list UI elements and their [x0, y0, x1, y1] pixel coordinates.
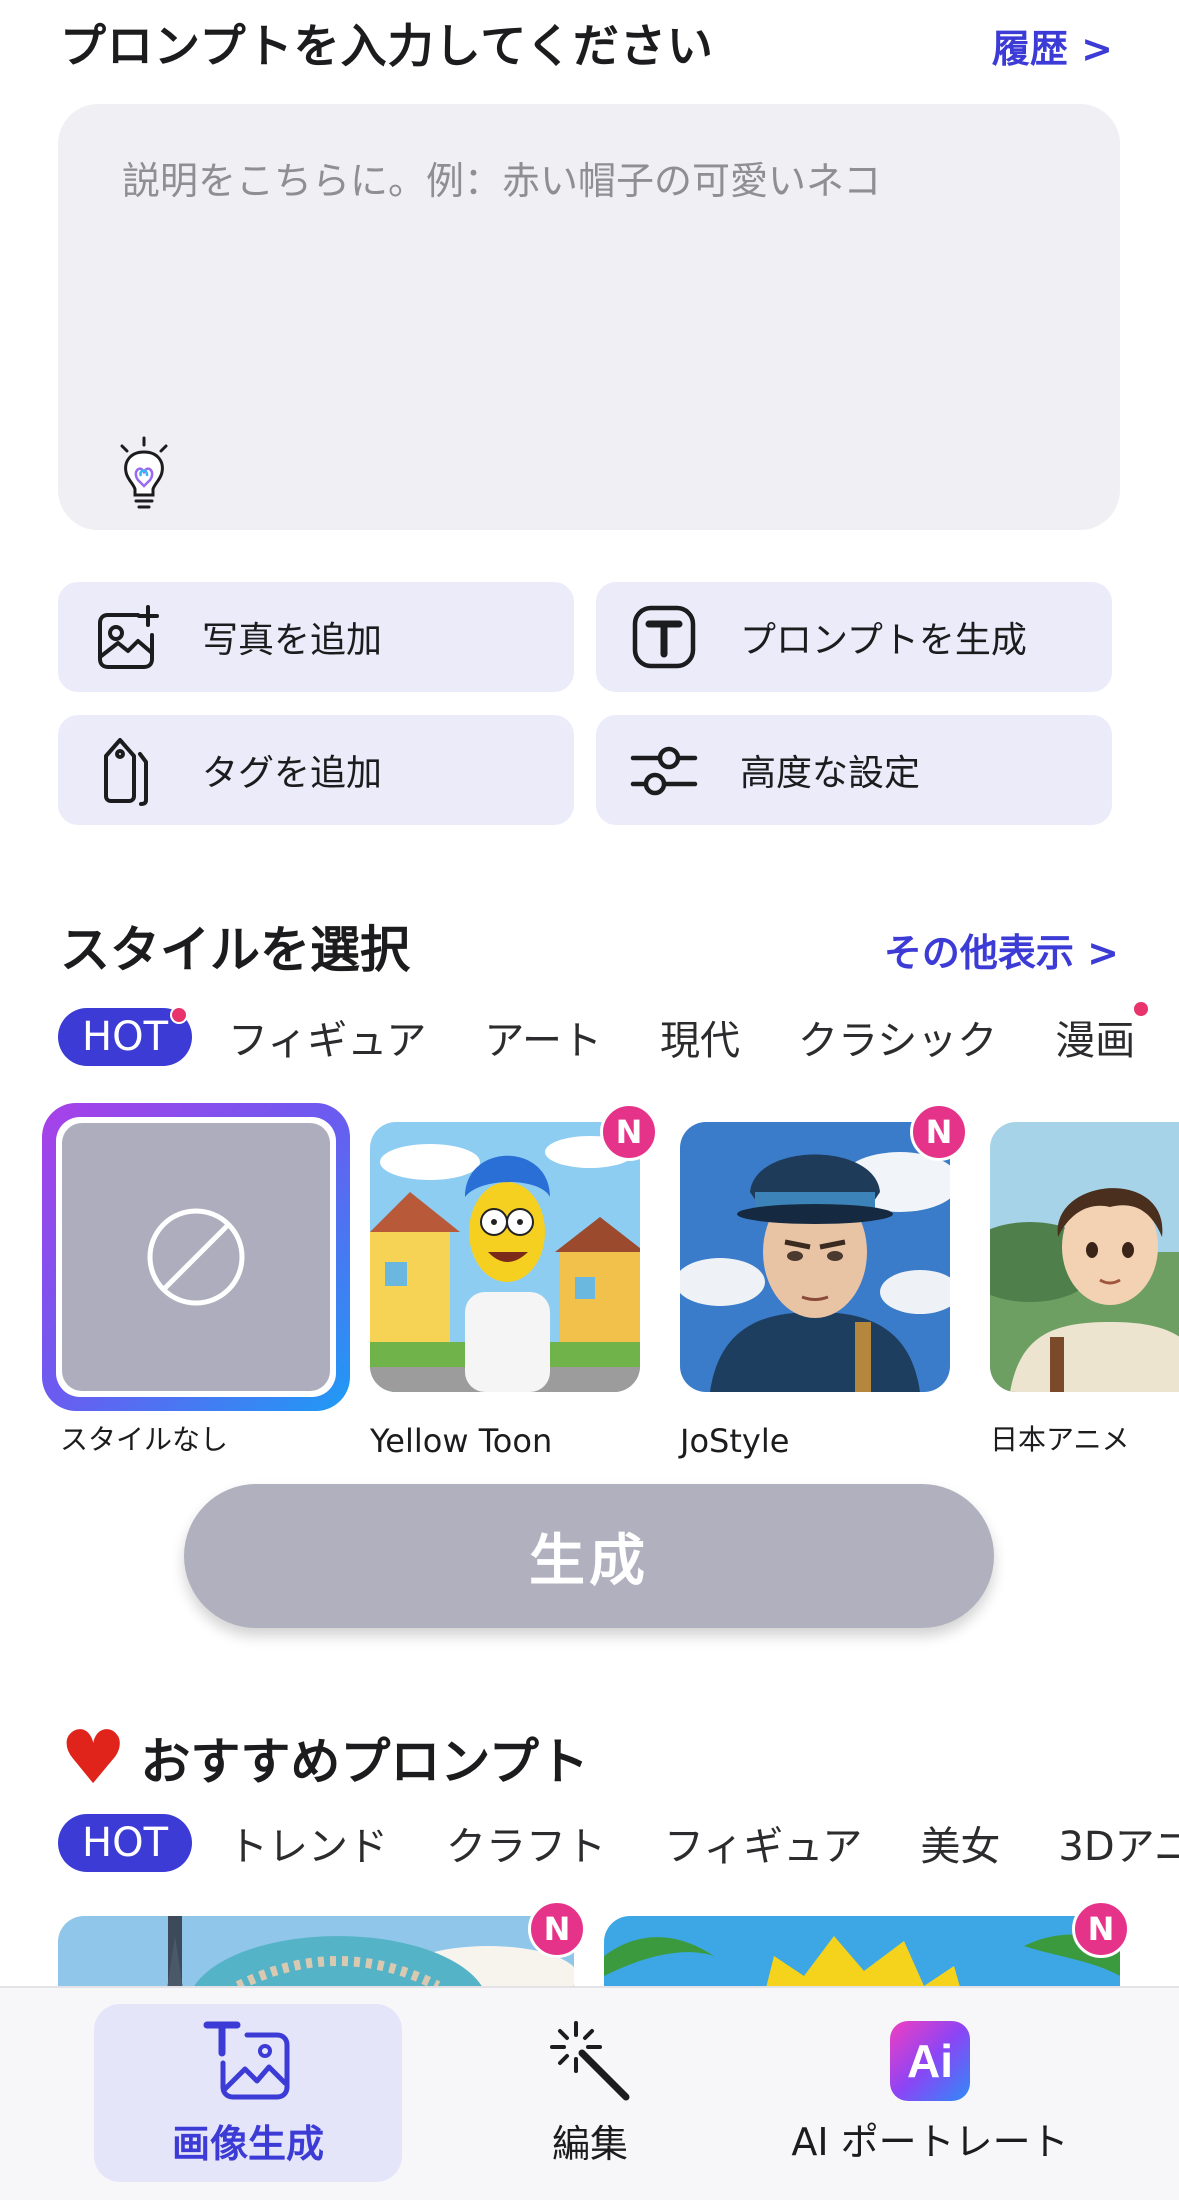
bottom-nav: 画像生成 編集 Ai AI ポートレート — [0, 1986, 1179, 2200]
style-yellow-toon-label: Yellow Toon — [370, 1422, 553, 1460]
style-japanese-anime-label: 日本アニメ — [990, 1423, 1130, 1456]
advanced-settings-button[interactable]: 高度な設定 — [596, 715, 1112, 825]
prompt-input[interactable] — [122, 150, 1062, 450]
ai-portrait-icon: Ai — [890, 2020, 970, 2101]
style-tab-modern[interactable]: 現代 — [660, 1008, 740, 1066]
add-tag-button[interactable]: タグを追加 — [58, 715, 574, 825]
prohibited-icon — [147, 1208, 245, 1306]
generate-prompt-button[interactable]: プロンプトを生成 — [596, 582, 1112, 692]
generate-prompt-label: プロンプトを生成 — [740, 620, 1027, 661]
style-jostyle-card[interactable] — [680, 1122, 950, 1392]
nav-image-generation[interactable]: 画像生成 — [94, 2004, 402, 2182]
style-jostyle-new-badge: N — [910, 1103, 968, 1161]
rec-tab-hot[interactable]: HOT — [58, 1814, 192, 1872]
style-yellow-toon-card[interactable] — [370, 1122, 640, 1392]
heart-icon: ♥ — [60, 1715, 127, 1801]
add-photo-button[interactable]: 写真を追加 — [58, 582, 574, 692]
rec-tab-trend[interactable]: トレンド — [228, 1814, 388, 1872]
style-japanese-anime-card[interactable] — [990, 1122, 1179, 1392]
image-generation-icon — [203, 2021, 290, 2099]
add-tag-label: タグを追加 — [202, 753, 383, 794]
recommended-header: ♥ おすすめプロンプト — [60, 1715, 589, 1801]
manga-tab-notification-dot — [1132, 1000, 1150, 1018]
rec-tab-beauty[interactable]: 美女 — [920, 1814, 1000, 1872]
lightbulb-icon[interactable] — [114, 436, 174, 512]
style-tabs: HOT フィギュア アート 現代 クラシック 漫画 — [58, 1008, 1179, 1066]
tag-icon — [88, 732, 164, 808]
prompt-box — [58, 104, 1120, 530]
recommended-section-title: おすすめプロンプト — [140, 1733, 589, 1791]
style-no-style-label: スタイルなし — [60, 1423, 229, 1456]
rec-tab-figure[interactable]: フィギュア — [664, 1814, 862, 1872]
recommended-card-1-new-badge: N — [528, 1900, 586, 1958]
nav-image-generation-label: 画像生成 — [171, 2121, 324, 2166]
style-no-style-card[interactable] — [42, 1103, 350, 1411]
magic-wand-icon — [550, 2020, 630, 2100]
more-styles-link[interactable]: その他表示 > — [884, 922, 1119, 977]
nav-edit-label: 編集 — [551, 2121, 628, 2166]
jostyle-thumbnail — [680, 1122, 950, 1392]
rec-tab-3d-anime[interactable]: 3Dアニ — [1058, 1814, 1179, 1872]
style-yellow-toon-new-badge: N — [600, 1103, 658, 1161]
add-photo-label: 写真を追加 — [202, 620, 383, 661]
style-jostyle-label: JoStyle — [680, 1422, 790, 1460]
sliders-icon — [626, 732, 702, 808]
nav-ai-portrait[interactable]: Ai AI ポートレート — [770, 2004, 1090, 2182]
yellow-toon-thumbnail — [370, 1122, 640, 1392]
generate-button[interactable]: 生成 — [184, 1484, 994, 1628]
history-link[interactable]: 履歴 > — [992, 18, 1113, 73]
nav-ai-portrait-label: AI ポートレート — [791, 2119, 1069, 2164]
nav-edit[interactable]: 編集 — [470, 2004, 710, 2182]
style-tab-figure[interactable]: フィギュア — [228, 1008, 426, 1066]
recommended-tabs: HOT トレンド クラフト フィギュア 美女 3Dアニ — [58, 1814, 1179, 1872]
hot-tab-notification-dot — [170, 1006, 188, 1024]
recommended-card-2-new-badge: N — [1072, 1900, 1130, 1958]
no-style-preview — [62, 1123, 330, 1391]
rec-tab-craft[interactable]: クラフト — [446, 1814, 606, 1872]
page-title: プロンプトを入力してください — [60, 19, 714, 73]
style-tab-classic[interactable]: クラシック — [798, 1008, 997, 1066]
japanese-anime-thumbnail — [990, 1122, 1179, 1392]
style-section-title: スタイルを選択 — [60, 921, 410, 979]
style-tab-manga[interactable]: 漫画 — [1055, 1008, 1135, 1066]
style-tab-art[interactable]: アート — [484, 1008, 602, 1066]
advanced-settings-label: 高度な設定 — [740, 753, 921, 794]
text-t-icon — [626, 599, 702, 675]
add-photo-icon — [88, 599, 164, 675]
